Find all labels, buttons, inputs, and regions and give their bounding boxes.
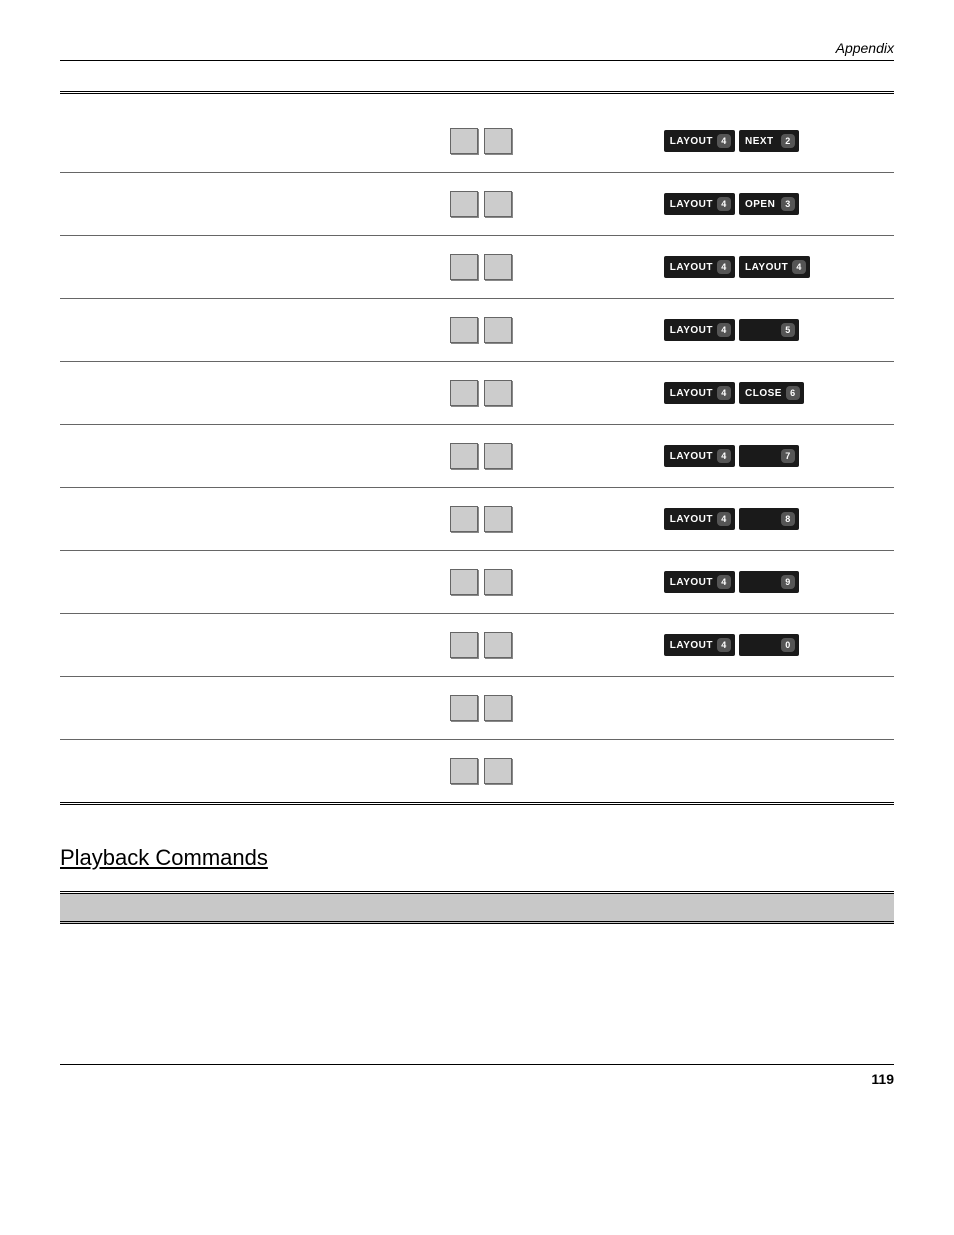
- key-number: 0: [781, 638, 795, 652]
- grey-button-icon: [484, 443, 512, 469]
- page-number: 119: [871, 1071, 894, 1087]
- key-button: 5: [739, 319, 799, 341]
- key-label: LAYOUT: [670, 514, 713, 525]
- grey-button-icon: [484, 569, 512, 595]
- table-row: LAYOUT 4 CLOSE 6: [60, 362, 894, 425]
- key-button: LAYOUT 4: [664, 256, 735, 278]
- key-button: NEXT 2: [739, 130, 799, 152]
- grey-button-icon: [484, 191, 512, 217]
- key-label: CLOSE: [745, 388, 782, 399]
- key-button: LAYOUT 4: [664, 634, 735, 656]
- table-row: LAYOUT 4 7: [60, 425, 894, 488]
- grey-button-icon: [450, 254, 478, 280]
- key-label: LAYOUT: [745, 262, 788, 273]
- key-number: 4: [717, 575, 731, 589]
- key-number: 2: [781, 134, 795, 148]
- grey-button-icon: [484, 758, 512, 784]
- grey-button-icon: [484, 254, 512, 280]
- table-row: LAYOUT 4 OPEN 3: [60, 173, 894, 236]
- key-number: 7: [781, 449, 795, 463]
- key-label: LAYOUT: [670, 388, 713, 399]
- button-mapping-table: LAYOUT4NEXT2LAYOUT4OPEN3LAYOUT4LAYOUT4LA…: [60, 91, 894, 805]
- key-label: LAYOUT: [670, 262, 713, 273]
- key-label: LAYOUT: [670, 451, 713, 462]
- grey-button-icon: [484, 380, 512, 406]
- key-label: LAYOUT: [670, 136, 713, 147]
- grey-button-icon: [484, 128, 512, 154]
- playback-header-table: [60, 891, 894, 924]
- key-number: 4: [717, 638, 731, 652]
- table-row: [60, 677, 894, 740]
- key-number: 4: [717, 134, 731, 148]
- key-label: LAYOUT: [670, 577, 713, 588]
- table-row: LAYOUT 4 9: [60, 551, 894, 614]
- grey-button-icon: [450, 695, 478, 721]
- key-button: LAYOUT 4: [664, 571, 735, 593]
- key-button: LAYOUT 4: [739, 256, 810, 278]
- page-header: Appendix: [60, 40, 894, 61]
- key-label: LAYOUT: [670, 325, 713, 336]
- key-button: 7: [739, 445, 799, 467]
- key-button: LAYOUT 4: [664, 319, 735, 341]
- key-number: 4: [717, 512, 731, 526]
- grey-button-icon: [484, 632, 512, 658]
- key-number: 4: [717, 323, 731, 337]
- key-button: LAYOUT 4: [664, 193, 735, 215]
- grey-button-icon: [450, 380, 478, 406]
- grey-button-icon: [450, 128, 478, 154]
- table-row: [60, 740, 894, 804]
- key-button: LAYOUT 4: [664, 508, 735, 530]
- page-footer: 119: [60, 1064, 894, 1087]
- table-row: LAYOUT 4 NEXT 2: [60, 110, 894, 173]
- key-number: 9: [781, 575, 795, 589]
- key-number: 4: [792, 260, 806, 274]
- section-label: Appendix: [836, 40, 894, 56]
- key-button: LAYOUT 4: [664, 130, 735, 152]
- table-row: LAYOUT 4 8: [60, 488, 894, 551]
- grey-button-icon: [450, 569, 478, 595]
- grey-button-icon: [450, 443, 478, 469]
- key-number: 6: [786, 386, 800, 400]
- key-number: 5: [781, 323, 795, 337]
- key-button: 8: [739, 508, 799, 530]
- key-label: NEXT: [745, 136, 774, 147]
- key-number: 8: [781, 512, 795, 526]
- key-button: 9: [739, 571, 799, 593]
- grey-button-icon: [450, 191, 478, 217]
- key-number: 4: [717, 197, 731, 211]
- key-button: 0: [739, 634, 799, 656]
- key-number: 4: [717, 386, 731, 400]
- table-row: LAYOUT 4 LAYOUT 4: [60, 236, 894, 299]
- grey-button-icon: [450, 758, 478, 784]
- key-label: LAYOUT: [670, 199, 713, 210]
- table-row: LAYOUT 4 5: [60, 299, 894, 362]
- grey-button-icon: [484, 695, 512, 721]
- key-number: 4: [717, 260, 731, 274]
- key-label: LAYOUT: [670, 640, 713, 651]
- grey-button-icon: [450, 506, 478, 532]
- key-number: 4: [717, 449, 731, 463]
- grey-button-icon: [450, 632, 478, 658]
- key-button: CLOSE 6: [739, 382, 804, 404]
- grey-button-icon: [484, 317, 512, 343]
- grey-button-icon: [484, 506, 512, 532]
- key-number: 3: [781, 197, 795, 211]
- grey-button-icon: [450, 317, 478, 343]
- key-button: LAYOUT 4: [664, 445, 735, 467]
- section-title: Playback Commands: [60, 845, 894, 871]
- key-button: LAYOUT 4: [664, 382, 735, 404]
- key-label: OPEN: [745, 199, 775, 210]
- key-button: OPEN 3: [739, 193, 799, 215]
- table-row: LAYOUT 4 0: [60, 614, 894, 677]
